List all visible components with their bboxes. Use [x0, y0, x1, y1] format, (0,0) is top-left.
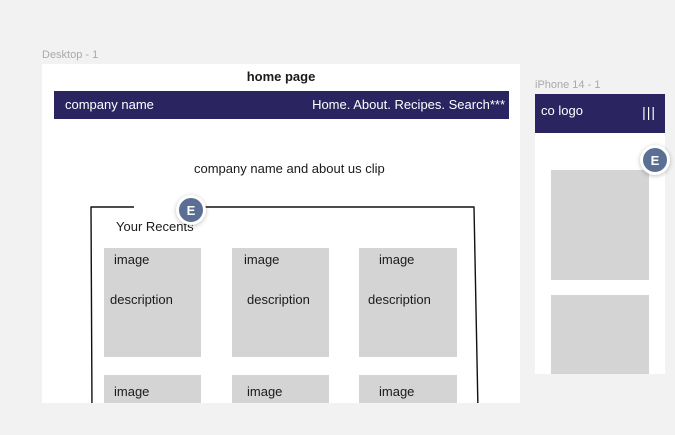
mobile-navbar: co logo |||: [535, 94, 665, 133]
recent-card[interactable]: image description: [359, 248, 457, 357]
recent-card[interactable]: image: [104, 375, 201, 403]
card-description: description: [368, 292, 431, 307]
mobile-image-placeholder: [551, 170, 649, 280]
comment-avatar[interactable]: E: [640, 145, 670, 175]
desktop-frame[interactable]: home page company name Home. About. Reci…: [42, 64, 520, 403]
card-description: description: [247, 292, 310, 307]
image-placeholder-label: image: [244, 252, 280, 267]
recent-card[interactable]: image: [359, 375, 457, 403]
iphone-frame[interactable]: co logo |||: [535, 94, 665, 374]
mobile-image-placeholder: [551, 295, 649, 374]
desktop-frame-label[interactable]: Desktop - 1: [42, 49, 98, 61]
recent-card[interactable]: image description: [232, 248, 329, 357]
logo[interactable]: co logo: [541, 103, 583, 118]
image-placeholder-label: image: [379, 384, 415, 399]
iphone-frame-label[interactable]: iPhone 14 - 1: [535, 79, 600, 91]
comment-avatar[interactable]: E: [176, 195, 206, 225]
image-placeholder-label: image: [247, 384, 283, 399]
image-placeholder-label: image: [114, 252, 150, 267]
hamburger-menu-icon[interactable]: |||: [642, 104, 656, 120]
image-placeholder-label: image: [379, 252, 415, 267]
image-placeholder-label: image: [114, 384, 150, 399]
recent-card[interactable]: image: [232, 375, 329, 403]
recent-card[interactable]: image description: [104, 248, 201, 357]
card-description: description: [110, 292, 173, 307]
